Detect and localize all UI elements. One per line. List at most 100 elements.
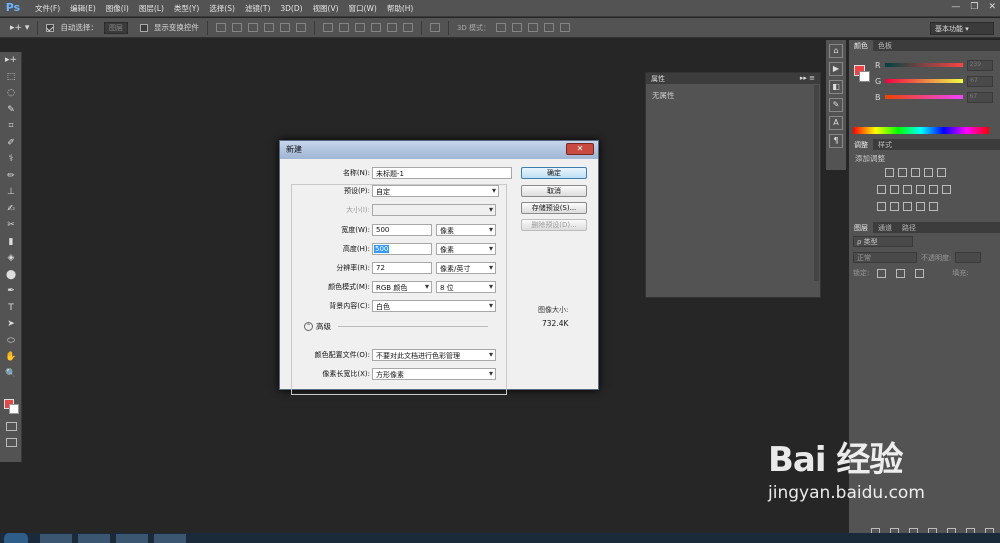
3d-rotate-icon[interactable] bbox=[496, 23, 507, 32]
distribute-right-icon[interactable] bbox=[402, 23, 413, 32]
workspace-switcher[interactable]: 基本功能 ▾ bbox=[930, 22, 994, 35]
distribute-left-icon[interactable] bbox=[370, 23, 381, 32]
gradient-tool-icon[interactable]: ▮ bbox=[0, 234, 22, 251]
brightness-icon[interactable] bbox=[885, 168, 894, 177]
layer-filter[interactable]: ρ 类型 bbox=[853, 236, 913, 247]
tab-layers[interactable]: 图层 bbox=[849, 222, 873, 233]
value-b[interactable]: 67 bbox=[966, 91, 993, 103]
cancel-button[interactable]: 取消 bbox=[521, 185, 587, 197]
lock-all-icon[interactable] bbox=[915, 268, 925, 278]
taskbar-app-3[interactable] bbox=[116, 534, 148, 543]
slider-r[interactable] bbox=[884, 63, 963, 67]
path-select-tool-icon[interactable]: ➤ bbox=[0, 316, 22, 333]
actions-panel-icon[interactable]: ▶ bbox=[829, 62, 843, 76]
start-button-icon[interactable] bbox=[4, 533, 28, 543]
width-unit-select[interactable]: 像素 bbox=[436, 224, 496, 236]
taskbar-app-4[interactable] bbox=[154, 534, 186, 543]
hand-tool-icon[interactable]: ✋ bbox=[0, 349, 22, 366]
color-lookup-icon[interactable] bbox=[942, 185, 951, 194]
show-transform-checkbox[interactable] bbox=[139, 23, 148, 32]
minimize-icon[interactable]: — bbox=[951, 2, 960, 12]
exposure-icon[interactable] bbox=[924, 168, 933, 177]
align-left-icon[interactable] bbox=[263, 23, 274, 32]
preset-select[interactable]: 自定 bbox=[372, 185, 499, 197]
align-top-icon[interactable] bbox=[215, 23, 226, 32]
history-brush-tool-icon[interactable]: ✍ bbox=[0, 201, 22, 218]
tab-color[interactable]: 颜色 bbox=[849, 40, 873, 51]
auto-align-icon[interactable] bbox=[429, 23, 440, 32]
save-preset-button[interactable]: 存储预设(S)... bbox=[521, 202, 587, 214]
pen-tool-icon[interactable]: ✒ bbox=[0, 283, 22, 300]
align-bottom-icon[interactable] bbox=[247, 23, 258, 32]
slider-b[interactable] bbox=[884, 95, 963, 99]
3d-scale-icon[interactable] bbox=[560, 23, 571, 32]
levels-icon[interactable] bbox=[898, 168, 907, 177]
distribute-vcenter-icon[interactable] bbox=[338, 23, 349, 32]
hue-sat-icon[interactable] bbox=[877, 185, 886, 194]
photo-filter-icon[interactable] bbox=[916, 185, 925, 194]
healing-brush-tool-icon[interactable]: ⚕ bbox=[0, 151, 22, 168]
tab-channels[interactable]: 通道 bbox=[873, 222, 897, 233]
tab-styles[interactable]: 样式 bbox=[873, 139, 897, 150]
color-balance-icon[interactable] bbox=[890, 185, 899, 194]
lock-pixels-icon[interactable] bbox=[877, 268, 887, 278]
tab-adjustments[interactable]: 调整 bbox=[849, 139, 873, 150]
quick-select-tool-icon[interactable]: ✎ bbox=[0, 102, 22, 119]
3d-roll-icon[interactable] bbox=[512, 23, 523, 32]
screen-mode-icon[interactable] bbox=[6, 438, 17, 447]
type-tool-icon[interactable]: T bbox=[0, 300, 22, 317]
history-panel-icon[interactable]: ⌂ bbox=[829, 44, 843, 58]
bw-icon[interactable] bbox=[903, 185, 912, 194]
3d-slide-icon[interactable] bbox=[544, 23, 555, 32]
menu-type[interactable]: 类型(Y) bbox=[169, 3, 204, 14]
dodge-tool-icon[interactable]: ⬤ bbox=[0, 267, 22, 284]
eraser-tool-icon[interactable]: ✂ bbox=[0, 217, 22, 234]
channel-mixer-icon[interactable] bbox=[929, 185, 938, 194]
dialog-close-button[interactable]: ✕ bbox=[566, 143, 594, 155]
color-profile-select[interactable]: 不要对此文档进行色彩管理 bbox=[372, 349, 496, 361]
width-input[interactable]: 500 bbox=[372, 224, 432, 236]
move-tool-icon[interactable]: ▸+ ▾ bbox=[10, 23, 29, 33]
properties-header[interactable]: 属性 ▸▸ ≡ bbox=[646, 73, 820, 84]
align-vcenter-icon[interactable] bbox=[231, 23, 242, 32]
marquee-tool-icon[interactable]: ⬚ bbox=[0, 69, 22, 86]
background-select[interactable]: 白色 bbox=[372, 300, 496, 312]
align-right-icon[interactable] bbox=[295, 23, 306, 32]
character-panel-icon[interactable]: A bbox=[829, 116, 843, 130]
background-color-swatch[interactable] bbox=[9, 404, 19, 414]
bit-depth-select[interactable]: 8 位 bbox=[436, 281, 496, 293]
value-r[interactable]: 239 bbox=[966, 59, 993, 71]
ok-button[interactable]: 确定 bbox=[521, 167, 587, 179]
brush-tool-icon[interactable]: ✏ bbox=[0, 168, 22, 185]
close-icon[interactable]: ✕ bbox=[988, 2, 996, 12]
color-mode-select[interactable]: RGB 颜色 bbox=[372, 281, 432, 293]
taskbar-app-2[interactable] bbox=[78, 534, 110, 543]
menu-select[interactable]: 选择(S) bbox=[204, 3, 240, 14]
distribute-top-icon[interactable] bbox=[322, 23, 333, 32]
pixel-aspect-select[interactable]: 方形像素 bbox=[372, 368, 496, 380]
menu-3d[interactable]: 3D(D) bbox=[275, 4, 307, 13]
brush-panel-icon[interactable]: ✎ bbox=[829, 98, 843, 112]
eyedropper-tool-icon[interactable]: ✐ bbox=[0, 135, 22, 152]
menu-file[interactable]: 文件(F) bbox=[30, 3, 65, 14]
resolution-input[interactable]: 72 bbox=[372, 262, 432, 274]
zoom-tool-icon[interactable]: 🔍 bbox=[0, 366, 22, 383]
menu-view[interactable]: 视图(V) bbox=[308, 3, 344, 14]
menu-window[interactable]: 窗口(W) bbox=[344, 3, 382, 14]
lasso-tool-icon[interactable]: ◌ bbox=[0, 85, 22, 102]
selective-color-icon[interactable] bbox=[916, 202, 925, 211]
gradient-map-icon[interactable] bbox=[929, 202, 938, 211]
3d-pan-icon[interactable] bbox=[528, 23, 539, 32]
move-tool-icon[interactable]: ▸+ bbox=[0, 52, 22, 69]
auto-select-dropdown[interactable]: 图层 bbox=[103, 21, 128, 34]
menu-layer[interactable]: 图层(L) bbox=[134, 3, 169, 14]
slider-g[interactable] bbox=[885, 79, 964, 83]
taskbar-app-1[interactable] bbox=[40, 534, 72, 543]
height-input[interactable]: 500 bbox=[372, 243, 432, 255]
tab-swatches[interactable]: 色板 bbox=[873, 40, 897, 51]
menu-image[interactable]: 图像(I) bbox=[101, 3, 134, 14]
swatch-panel-icon[interactable]: ◧ bbox=[829, 80, 843, 94]
auto-select-checkbox[interactable] bbox=[46, 23, 55, 32]
crop-tool-icon[interactable]: ⌗ bbox=[0, 118, 22, 135]
panel-menu-icon[interactable]: ▸▸ ≡ bbox=[800, 74, 815, 83]
